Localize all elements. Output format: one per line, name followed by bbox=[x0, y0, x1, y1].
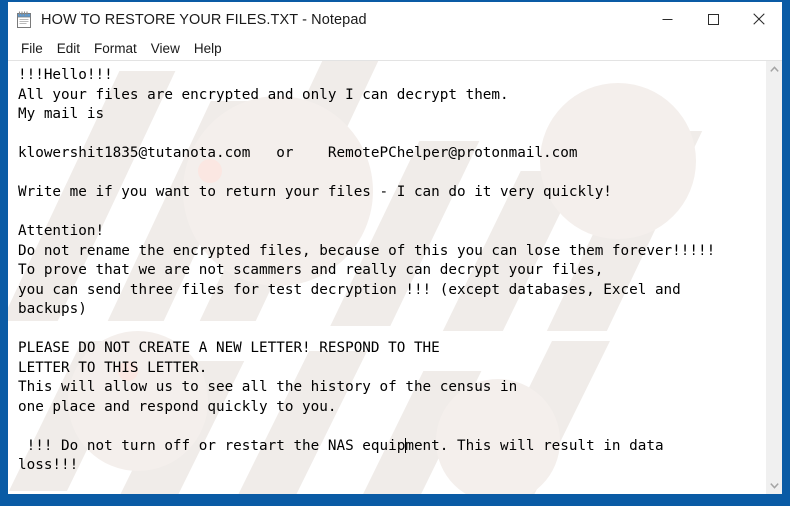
text-editor[interactable]: !!!Hello!!! All your files are encrypted… bbox=[8, 61, 765, 494]
editor-area: !!!Hello!!! All your files are encrypted… bbox=[8, 60, 782, 494]
close-button[interactable] bbox=[736, 2, 782, 36]
scroll-down-button[interactable] bbox=[765, 477, 782, 494]
chevron-down-icon bbox=[769, 483, 779, 489]
menu-item-edit[interactable]: Edit bbox=[50, 40, 87, 58]
title-bar[interactable]: HOW TO RESTORE YOUR FILES.TXT - Notepad bbox=[8, 2, 782, 38]
minimize-icon bbox=[662, 18, 672, 20]
menu-bar: File Edit Format View Help bbox=[8, 38, 782, 60]
close-icon bbox=[753, 13, 765, 25]
notepad-window: HOW TO RESTORE YOUR FILES.TXT - Notepad bbox=[0, 0, 790, 506]
maximize-icon bbox=[707, 13, 719, 25]
menu-item-format[interactable]: Format bbox=[87, 40, 144, 58]
scroll-up-button[interactable] bbox=[765, 61, 782, 78]
minimize-button[interactable] bbox=[644, 2, 690, 36]
note-text-before-caret: !!!Hello!!! All your files are encrypted… bbox=[18, 67, 716, 454]
menu-item-help[interactable]: Help bbox=[187, 40, 229, 58]
vertical-scrollbar[interactable] bbox=[765, 61, 782, 494]
ransom-note-text[interactable]: !!!Hello!!! All your files are encrypted… bbox=[8, 61, 765, 476]
menu-item-view[interactable]: View bbox=[144, 40, 187, 58]
chevron-up-icon bbox=[769, 66, 779, 72]
scrollbar-track[interactable] bbox=[765, 78, 782, 477]
menu-item-file[interactable]: File bbox=[14, 40, 50, 58]
window-inner: HOW TO RESTORE YOUR FILES.TXT - Notepad bbox=[8, 2, 782, 494]
window-title: HOW TO RESTORE YOUR FILES.TXT - Notepad bbox=[41, 12, 367, 28]
notepad-icon bbox=[16, 11, 33, 29]
maximize-button[interactable] bbox=[690, 2, 736, 36]
window-controls bbox=[644, 2, 782, 38]
